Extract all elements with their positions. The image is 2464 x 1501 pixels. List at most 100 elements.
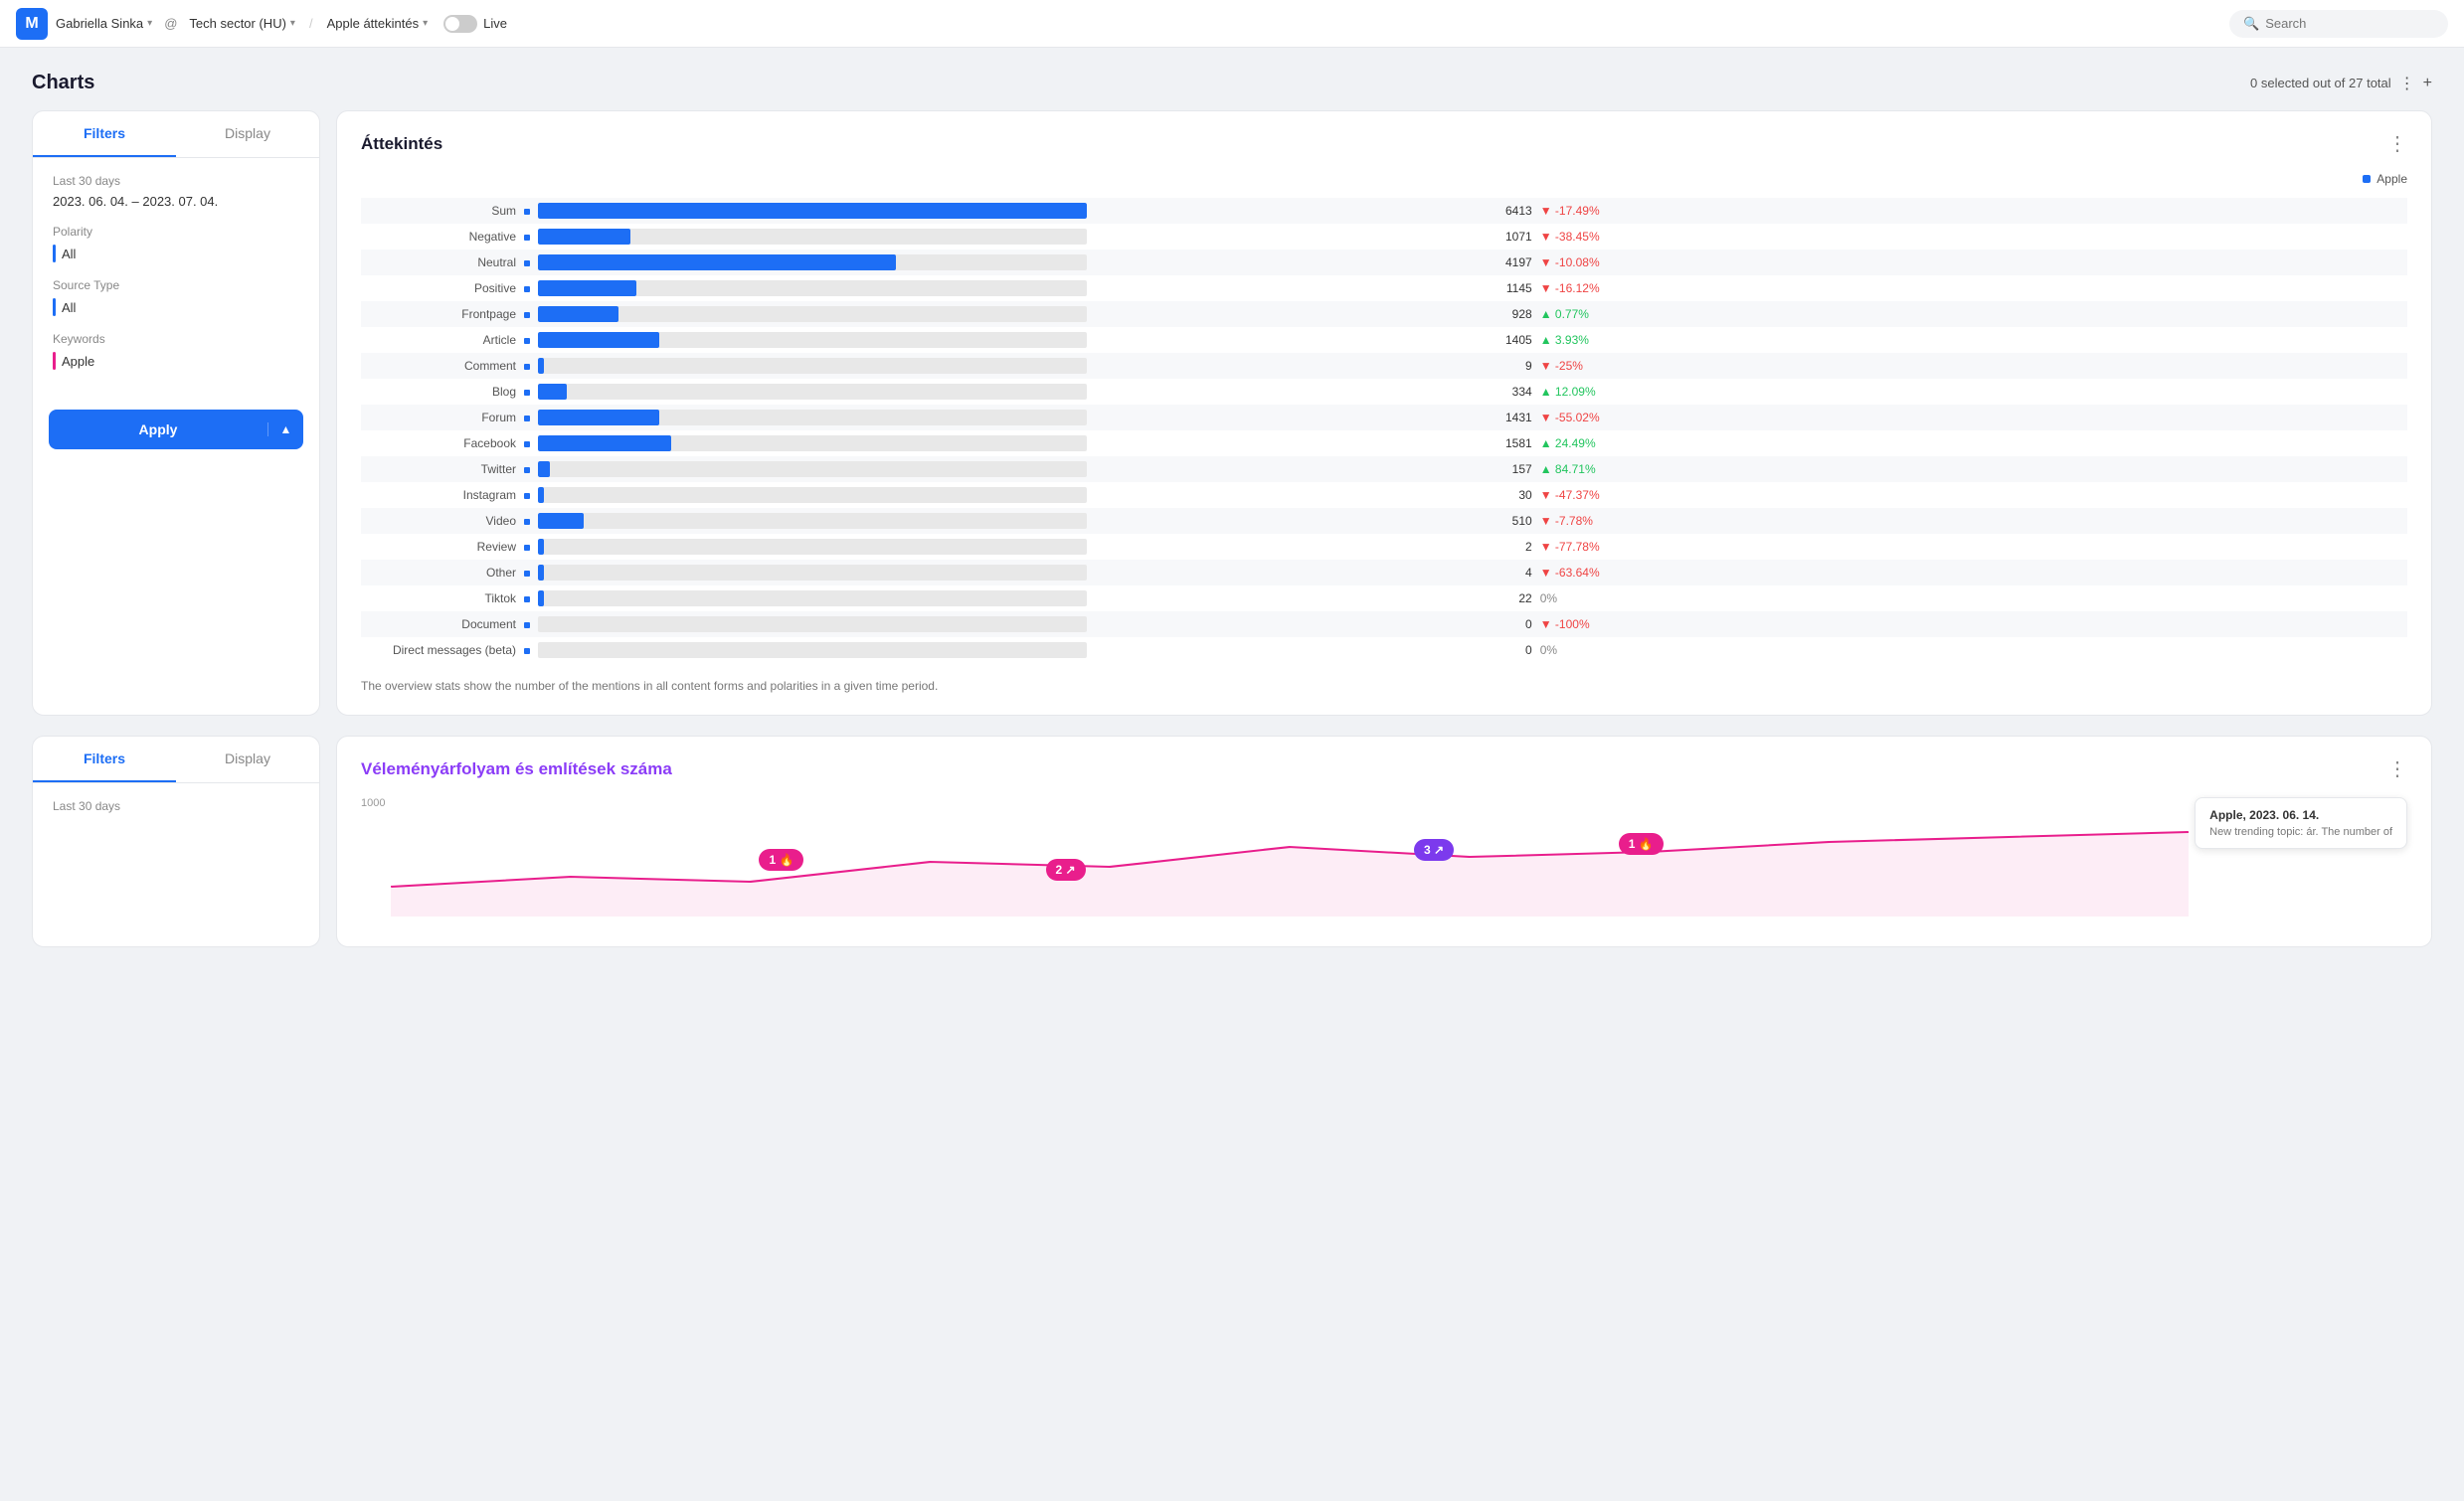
row-value: 30: [1091, 482, 1536, 508]
bar-track: [538, 487, 1087, 503]
apply-chevron-icon: ▲: [267, 422, 303, 436]
second-date-label: Last 30 days: [53, 799, 299, 813]
charts-add-icon[interactable]: +: [2423, 75, 2432, 92]
keywords-value: Apple: [62, 354, 94, 369]
workspace-chevron-icon: ▾: [290, 18, 295, 29]
row-pct: ▼ -17.49%: [1536, 198, 2407, 224]
filter-polarity-section: Polarity All: [53, 225, 299, 262]
bubble-label-3: 3 ↗: [1414, 839, 1454, 861]
charts-menu-icon[interactable]: ⋮: [2399, 74, 2415, 93]
date-label: Last 30 days: [53, 174, 299, 188]
bar-fill: [538, 229, 630, 245]
bar-cell: [534, 560, 1091, 585]
row-pct: ▼ -55.02%: [1536, 405, 2407, 430]
main-content: Charts 0 selected out of 27 total ⋮ + Fi…: [0, 48, 2464, 991]
tab-display[interactable]: Display: [176, 111, 319, 157]
second-chart-area: 1000 1 🔥 2 ↗ 3 ↗ 1 🔥: [361, 797, 2407, 926]
table-row: Review 2 ▼ -77.78%: [361, 534, 2407, 560]
table-row: Frontpage 928 ▲ 0.77%: [361, 301, 2407, 327]
bar-track: [538, 435, 1087, 451]
row-value: 157: [1091, 456, 1536, 482]
tooltip-sub: New trending topic: ár. The number of: [2209, 826, 2392, 838]
search-input[interactable]: [2265, 16, 2434, 31]
row-value: 1145: [1091, 275, 1536, 301]
row-pct: ▼ -63.64%: [1536, 560, 2407, 585]
second-filter-body: Last 30 days: [33, 783, 319, 845]
topnav: M Gabriella Sinka ▾ @ Tech sector (HU) ▾…: [0, 0, 2464, 48]
search-bar[interactable]: 🔍: [2229, 10, 2448, 38]
table-row: Facebook 1581 ▲ 24.49%: [361, 430, 2407, 456]
overview-menu-icon[interactable]: ⋮: [2387, 131, 2407, 156]
bubble-label-1: 1 🔥: [759, 849, 803, 871]
bar-fill: [538, 590, 544, 606]
overview-chart-panel: Áttekintés ⋮ Apple Sum 6413 ▼ -17.49% Ne…: [336, 110, 2432, 716]
bar-cell: [534, 430, 1091, 456]
keywords-color-bar: [53, 352, 56, 370]
filter-source-section: Source Type All: [53, 278, 299, 316]
view-menu[interactable]: Apple áttekintés ▾: [327, 16, 429, 31]
source-type-value: All: [62, 300, 76, 315]
second-chart-panel: Véleményárfolyam és említések száma ⋮ 10…: [336, 736, 2432, 947]
row-label: Document: [361, 611, 520, 637]
bar-fill: [538, 435, 671, 451]
overview-header: Áttekintés ⋮: [361, 131, 2407, 156]
row-label: Other: [361, 560, 520, 585]
apply-button[interactable]: Apply ▲: [49, 410, 303, 449]
second-chart-menu-icon[interactable]: ⋮: [2387, 756, 2407, 781]
row-value: 1581: [1091, 430, 1536, 456]
row-label: Facebook: [361, 430, 520, 456]
row-pct: ▼ -77.78%: [1536, 534, 2407, 560]
bar-track: [538, 565, 1087, 581]
apply-label: Apply: [49, 421, 267, 437]
second-tab-filters[interactable]: Filters: [33, 737, 176, 782]
table-row: Positive 1145 ▼ -16.12%: [361, 275, 2407, 301]
second-panel-row: Filters Display Last 30 days Véleményárf…: [32, 736, 2432, 947]
user-menu[interactable]: Gabriella Sinka ▾: [56, 16, 152, 31]
row-pct: ▼ -47.37%: [1536, 482, 2407, 508]
bar-fill: [538, 358, 544, 374]
row-value: 1071: [1091, 224, 1536, 250]
bar-cell: [534, 250, 1091, 275]
second-tab-display[interactable]: Display: [176, 737, 319, 782]
row-label: Positive: [361, 275, 520, 301]
row-value: 0: [1091, 637, 1536, 663]
second-filters-panel: Filters Display Last 30 days: [32, 736, 320, 947]
bar-track: [538, 358, 1087, 374]
row-dot: [520, 508, 534, 534]
live-toggle[interactable]: [443, 15, 477, 33]
date-range: 2023. 06. 04. – 2023. 07. 04.: [53, 194, 299, 209]
row-dot: [520, 250, 534, 275]
row-pct: ▼ -7.78%: [1536, 508, 2407, 534]
row-pct: ▲ 12.09%: [1536, 379, 2407, 405]
workspace-menu[interactable]: Tech sector (HU) ▾: [189, 16, 295, 31]
bar-cell: [534, 482, 1091, 508]
bar-track: [538, 203, 1087, 219]
source-type-color-bar: [53, 298, 56, 316]
legend-row: Apple: [361, 172, 2407, 186]
table-row: Instagram 30 ▼ -47.37%: [361, 482, 2407, 508]
keywords-label: Keywords: [53, 332, 299, 346]
app-logo[interactable]: M: [16, 8, 48, 40]
bar-cell: [534, 405, 1091, 430]
row-dot: [520, 534, 534, 560]
bar-cell: [534, 301, 1091, 327]
row-value: 9: [1091, 353, 1536, 379]
row-label: Review: [361, 534, 520, 560]
bar-cell: [534, 327, 1091, 353]
user-name: Gabriella Sinka: [56, 16, 143, 31]
bar-fill: [538, 513, 584, 529]
row-dot: [520, 482, 534, 508]
row-dot: [520, 637, 534, 663]
bar-fill: [538, 254, 896, 270]
tooltip-title: Apple, 2023. 06. 14.: [2209, 808, 2392, 822]
bubble-1: 1 🔥: [759, 849, 803, 871]
bar-track: [538, 384, 1087, 400]
bar-track: [538, 590, 1087, 606]
row-pct: 0%: [1536, 585, 2407, 611]
bar-fill: [538, 539, 544, 555]
tab-filters[interactable]: Filters: [33, 111, 176, 157]
row-dot: [520, 430, 534, 456]
row-dot: [520, 405, 534, 430]
y-label: 1000: [361, 797, 385, 809]
row-value: 4197: [1091, 250, 1536, 275]
